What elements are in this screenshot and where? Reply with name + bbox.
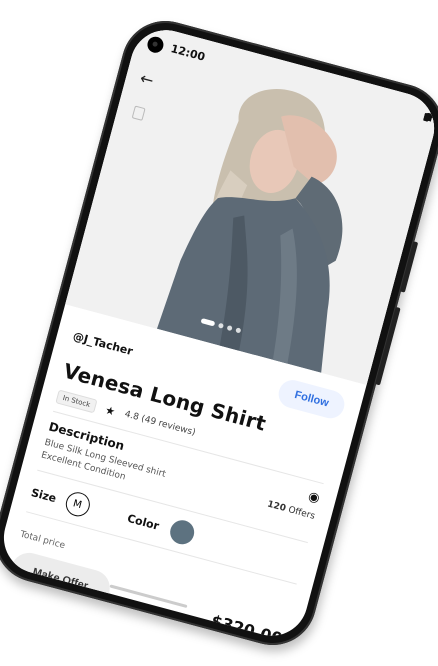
color-label: Color [125,511,161,533]
eye-icon[interactable]: ◉ [307,489,322,506]
follow-button[interactable]: Follow [275,377,348,422]
app-screen: 12:00 ← @J_Tacher Follow Venesa Long Shi… [0,22,438,644]
phone-mockup: 12:00 ← @J_Tacher Follow Venesa Long Shi… [0,11,438,655]
stock-badge: In Stock [55,389,98,414]
star-icon: ★ [103,402,117,419]
seller-handle[interactable]: @J_Tacher [72,329,135,357]
carousel-dot[interactable] [217,322,225,329]
offers-block: ◉ 120 Offers [266,479,321,522]
size-label: Size [29,485,58,505]
carousel-dot[interactable] [226,325,233,332]
size-option[interactable]: M [62,489,93,519]
description-block: Description Blue Silk Long Sleeved shirt… [40,419,172,494]
color-swatch[interactable] [167,517,197,547]
offers-count: 120 [266,499,287,515]
offers-label: Offers [287,505,316,522]
